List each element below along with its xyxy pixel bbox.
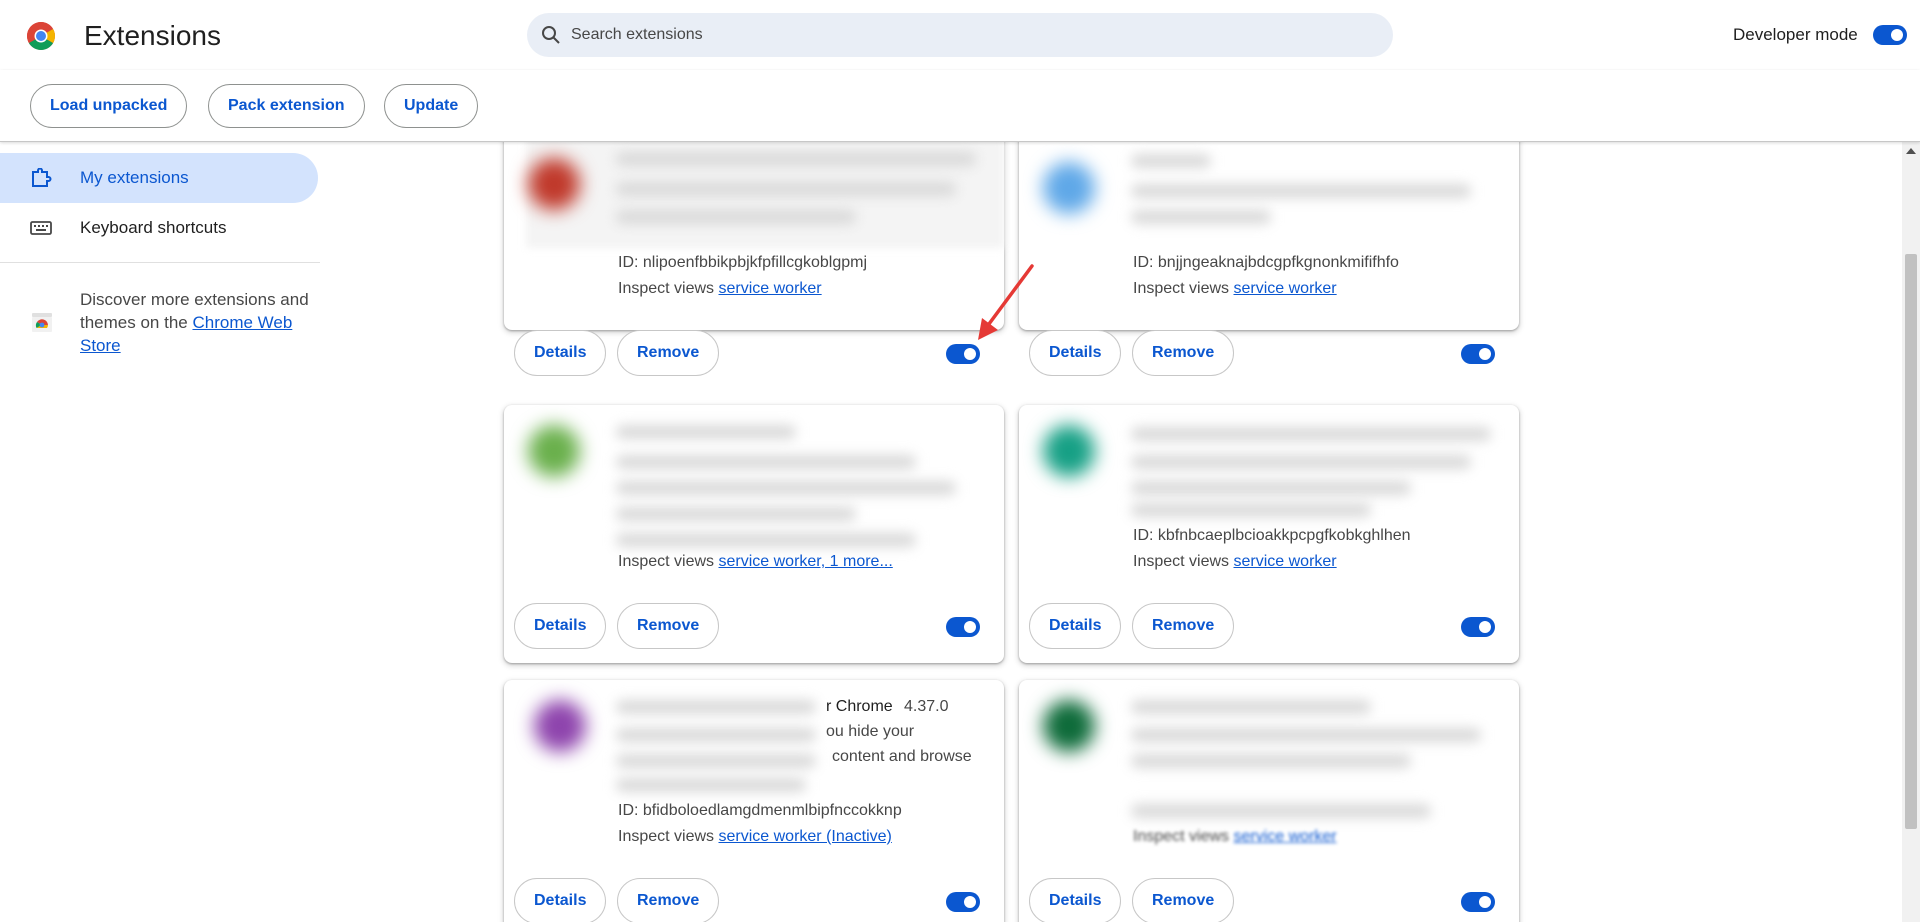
inspect-views: Inspect views service worker — [1133, 280, 1337, 297]
developer-toolbar: Load unpacked Pack extension Update — [0, 70, 1920, 142]
load-unpacked-button[interactable]: Load unpacked — [30, 84, 188, 128]
blurred-description — [616, 210, 856, 224]
blurred-title — [616, 700, 816, 714]
extension-enable-toggle[interactable] — [1461, 344, 1495, 364]
service-worker-link[interactable]: service worker — [1234, 280, 1337, 297]
extension-icon — [528, 158, 580, 210]
inspect-views: Inspect views service worker — [1133, 828, 1337, 845]
annotation-arrow-icon — [978, 264, 1034, 340]
extension-id: ID: bnjjngeaknajbdcgpfkgnonkmififhfo — [1133, 254, 1399, 271]
extension-card: Inspect views service worker, 1 more... … — [504, 405, 1004, 663]
extension-enable-toggle[interactable] — [946, 892, 980, 912]
extensions-list: ID: nlipoenfbbikpbjkfpfillcgkoblgpmj Ins… — [0, 142, 1920, 922]
extension-icon — [528, 425, 580, 477]
developer-mode-label: Developer mode — [1733, 25, 1858, 44]
details-button[interactable]: Details — [1029, 878, 1122, 922]
blurred-title — [1131, 427, 1491, 441]
developer-mode-toggle[interactable] — [1873, 25, 1907, 45]
scroll-up-arrow-icon[interactable] — [1906, 148, 1916, 154]
remove-button[interactable]: Remove — [1132, 603, 1235, 649]
extension-enable-toggle[interactable] — [946, 617, 980, 637]
blurred-description — [1131, 728, 1481, 742]
blurred-description — [1131, 503, 1371, 517]
extension-enable-toggle[interactable] — [1461, 617, 1495, 637]
update-button[interactable]: Update — [384, 84, 479, 128]
extension-card: ID: bnjjngeaknajbdcgpfkgnonkmififhfo Ins… — [1019, 142, 1519, 376]
blurred-description — [616, 533, 916, 547]
blurred-description — [1131, 804, 1431, 818]
blurred-description — [1131, 210, 1271, 224]
remove-button[interactable]: Remove — [1132, 878, 1235, 922]
extension-id: ID: kbfnbcaeplbcioakkpcpgfkobkghlhen — [1133, 527, 1411, 544]
extension-card: ID: kbfnbcaeplbcioakkpcpgfkobkghlhen Ins… — [1019, 405, 1519, 663]
service-worker-link[interactable]: service worker — [719, 280, 822, 297]
blurred-title — [616, 152, 976, 166]
extension-description-fragment: content and browse — [832, 748, 972, 765]
blurred-title — [616, 425, 796, 439]
extension-card: Inspect views service worker Details Rem… — [1019, 680, 1519, 922]
page-title: Extensions — [84, 20, 221, 51]
blurred-description — [1131, 455, 1471, 469]
details-button[interactable]: Details — [514, 878, 607, 922]
chrome-logo-icon — [27, 22, 55, 50]
extension-icon — [1043, 700, 1095, 752]
extension-icon — [1043, 162, 1095, 214]
blurred-title — [1131, 154, 1211, 168]
blurred-description — [616, 182, 956, 196]
blurred-description — [1131, 481, 1411, 495]
extension-id: ID: nlipoenfbbikpbjkfpfillcgkoblgpmj — [618, 254, 868, 271]
service-worker-link[interactable]: service worker (Inactive) — [719, 828, 892, 845]
service-worker-link[interactable]: service worker — [1234, 828, 1337, 845]
extension-enable-toggle[interactable] — [946, 344, 980, 364]
blurred-title — [1131, 700, 1371, 714]
blurred-description — [616, 455, 916, 469]
search-input[interactable] — [571, 13, 1371, 57]
extension-icon — [1043, 425, 1095, 477]
details-button[interactable]: Details — [1029, 603, 1122, 649]
extension-version: 4.37.0 — [904, 698, 949, 715]
blurred-description — [616, 754, 816, 768]
blurred-description — [1131, 184, 1471, 198]
inspect-views: Inspect views service worker (Inactive) — [618, 828, 892, 845]
search-bar[interactable] — [527, 13, 1393, 57]
top-bar: Extensions Developer mode — [0, 0, 1920, 70]
pack-extension-button[interactable]: Pack extension — [208, 84, 365, 128]
extension-description-fragment: ou hide your — [826, 723, 915, 740]
scroll-thumb[interactable] — [1905, 254, 1917, 829]
remove-button[interactable]: Remove — [617, 330, 720, 376]
blurred-description — [616, 728, 816, 742]
service-worker-link[interactable]: service worker, 1 more... — [719, 553, 893, 570]
extension-card: ID: nlipoenfbbikpbjkfpfillcgkoblgpmj Ins… — [504, 142, 1004, 376]
extension-icon — [534, 700, 586, 752]
remove-button[interactable]: Remove — [617, 878, 720, 922]
page-scrollbar[interactable] — [1902, 142, 1920, 922]
blurred-description — [616, 481, 956, 495]
remove-button[interactable]: Remove — [617, 603, 720, 649]
extension-title-fragment: r Chrome — [826, 698, 893, 715]
remove-button[interactable]: Remove — [1132, 330, 1235, 376]
extension-enable-toggle[interactable] — [1461, 892, 1495, 912]
details-button[interactable]: Details — [1029, 330, 1122, 376]
inspect-views: Inspect views service worker — [1133, 553, 1337, 570]
details-button[interactable]: Details — [514, 603, 607, 649]
inspect-views: Inspect views service worker — [618, 280, 822, 297]
extension-card: r Chrome 4.37.0 ou hide your content and… — [504, 680, 1004, 922]
extension-id: ID: bfidboloedlamgdmenmlbipfnccokknp — [618, 802, 902, 819]
blurred-description — [1131, 754, 1411, 768]
search-icon — [542, 26, 560, 44]
details-button[interactable]: Details — [514, 330, 607, 376]
blurred-description — [616, 778, 806, 792]
inspect-views: Inspect views service worker, 1 more... — [618, 553, 893, 570]
blurred-description — [616, 507, 856, 521]
service-worker-link[interactable]: service worker — [1234, 553, 1337, 570]
